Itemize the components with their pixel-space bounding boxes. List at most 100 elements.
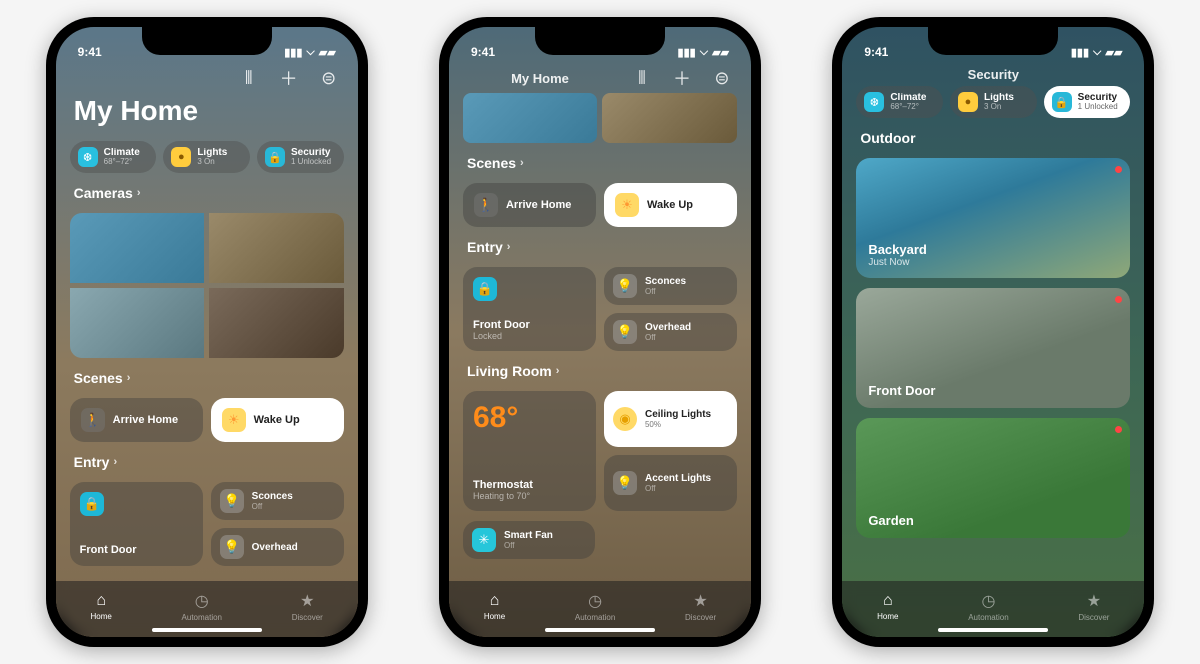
automation-icon: ◷ — [981, 591, 995, 611]
content: My Home ❆ Climate68°–72° ● Lights3 On 🔒 … — [56, 93, 358, 581]
more-icon[interactable]: ⊜ — [711, 67, 733, 89]
chip-security[interactable]: 🔒 Security1 Unlocked — [1044, 86, 1131, 118]
sunrise-icon: ☀ — [222, 408, 246, 432]
phone-1: 9:41 ▮▮▮⌵▰▰ ⦀ ＋ ⊜ My Home ❆ Climate68°–7… — [46, 17, 368, 647]
top-toolbar: ⦀ ＋ ⊜ — [56, 61, 358, 93]
tab-home[interactable]: ⌂Home — [877, 592, 898, 621]
chip-lights[interactable]: ● Lights3 On — [950, 86, 1037, 118]
walking-icon: 🚶 — [81, 408, 105, 432]
content: ❆ Climate68°–72° ● Lights3 On 🔒 Security… — [842, 86, 1144, 581]
tab-automation[interactable]: ◷Automation — [968, 591, 1008, 622]
chip-climate[interactable]: ❆ Climate68°–72° — [70, 141, 157, 173]
fan-icon: ✳ — [472, 528, 496, 552]
tile-sconces[interactable]: 💡 SconcesOff — [211, 482, 344, 520]
announce-icon[interactable]: ⦀ — [238, 67, 260, 89]
more-icon[interactable]: ⊜ — [318, 67, 340, 89]
sunrise-icon: ☀ — [615, 193, 639, 217]
ceiling-light-icon: ◉ — [613, 407, 637, 431]
tile-smart-fan[interactable]: ✳ Smart FanOff — [463, 521, 595, 559]
category-chips: ❆ Climate68°–72° ● Lights3 On 🔒 Security… — [856, 86, 1130, 118]
tab-automation[interactable]: ◷Automation — [182, 591, 222, 622]
add-icon[interactable]: ＋ — [671, 67, 693, 89]
page-title: My Home — [70, 93, 344, 131]
home-icon: ⌂ — [883, 592, 893, 610]
chevron-right-icon: › — [113, 456, 117, 468]
add-icon[interactable]: ＋ — [278, 67, 300, 89]
tab-home[interactable]: ⌂Home — [91, 592, 112, 621]
camera-garden[interactable]: Garden — [856, 418, 1130, 538]
section-living-room[interactable]: Living Room› — [463, 361, 737, 381]
tab-home[interactable]: ⌂Home — [484, 592, 505, 621]
lock-icon: 🔒 — [473, 277, 497, 301]
home-icon: ⌂ — [490, 592, 500, 610]
status-icons: ▮▮▮⌵▰▰ — [678, 46, 729, 59]
tab-discover[interactable]: ★Discover — [292, 591, 323, 622]
chevron-right-icon: › — [507, 241, 511, 253]
tab-automation[interactable]: ◷Automation — [575, 591, 615, 622]
chevron-right-icon: › — [127, 372, 131, 384]
camera-thumb[interactable] — [70, 288, 205, 358]
climate-icon: ❆ — [864, 92, 884, 112]
section-scenes[interactable]: Scenes› — [463, 153, 737, 173]
home-icon: ⌂ — [96, 592, 106, 610]
chip-lights[interactable]: ● Lights3 On — [163, 141, 250, 173]
bulb-icon: 💡 — [220, 489, 244, 513]
camera-backyard[interactable]: BackyardJust Now — [856, 158, 1130, 278]
camera-thumb[interactable] — [602, 93, 737, 143]
tile-overhead[interactable]: 💡 Overhead — [211, 528, 344, 566]
scene-wake-up[interactable]: ☀ Wake Up — [211, 398, 344, 442]
tile-thermostat[interactable]: 68° ThermostatHeating to 70° — [463, 391, 596, 511]
chevron-right-icon: › — [137, 187, 141, 199]
camera-grid[interactable] — [70, 213, 344, 358]
tab-discover[interactable]: ★Discover — [685, 591, 716, 622]
chip-security[interactable]: 🔒 Security1 Unlocked — [257, 141, 344, 173]
tile-front-door[interactable]: 🔒 Front DoorLocked — [463, 267, 596, 351]
section-outdoor: Outdoor — [856, 128, 1130, 148]
tile-accent-lights[interactable]: 💡 Accent LightsOff — [604, 455, 737, 511]
camera-thumb[interactable] — [209, 213, 344, 283]
chip-climate[interactable]: ❆ Climate68°–72° — [856, 86, 943, 118]
recording-indicator-icon — [1115, 426, 1122, 433]
status-time: 9:41 — [864, 45, 888, 59]
notch — [142, 27, 272, 55]
camera-strip[interactable] — [463, 93, 737, 143]
automation-icon: ◷ — [588, 591, 602, 611]
phone-3: 9:41 ▮▮▮⌵▰▰ Security ❆ Climate68°–72° ● … — [832, 17, 1154, 647]
scene-wake-up[interactable]: ☀ Wake Up — [604, 183, 737, 227]
tile-front-door[interactable]: 🔒 Front Door — [70, 482, 203, 566]
scene-arrive-home[interactable]: 🚶 Arrive Home — [463, 183, 596, 227]
chip-sub: 3 On — [197, 158, 227, 166]
top-toolbar: My Home ⦀ ＋ ⊜ — [449, 61, 751, 93]
home-indicator[interactable] — [152, 628, 262, 632]
section-entry[interactable]: Entry› — [463, 237, 737, 257]
section-cameras[interactable]: Cameras› — [70, 183, 344, 203]
chip-sub: 1 Unlocked — [291, 158, 331, 166]
notch — [928, 27, 1058, 55]
camera-thumb[interactable] — [463, 93, 598, 143]
home-indicator[interactable] — [938, 628, 1048, 632]
camera-thumb[interactable] — [209, 288, 344, 358]
category-chips: ❆ Climate68°–72° ● Lights3 On 🔒 Security… — [70, 141, 344, 173]
thermostat-temp: 68° — [473, 401, 586, 435]
lights-icon: ● — [171, 147, 191, 167]
camera-thumb[interactable] — [70, 213, 205, 283]
section-scenes[interactable]: Scenes› — [70, 368, 344, 388]
home-indicator[interactable] — [545, 628, 655, 632]
lights-icon: ● — [958, 92, 978, 112]
tile-sconces[interactable]: 💡 SconcesOff — [604, 267, 737, 305]
scene-arrive-home[interactable]: 🚶 Arrive Home — [70, 398, 203, 442]
screen: 9:41 ▮▮▮⌵▰▰ Security ❆ Climate68°–72° ● … — [842, 27, 1144, 637]
section-entry[interactable]: Entry› — [70, 452, 344, 472]
tile-overhead[interactable]: 💡 OverheadOff — [604, 313, 737, 351]
bulb-icon: 💡 — [613, 274, 637, 298]
status-time: 9:41 — [78, 45, 102, 59]
notch — [535, 27, 665, 55]
security-icon: 🔒 — [1052, 92, 1072, 112]
tile-ceiling-lights[interactable]: ◉ Ceiling Lights50% — [604, 391, 737, 447]
top-toolbar: Security — [842, 61, 1144, 86]
tab-discover[interactable]: ★Discover — [1078, 591, 1109, 622]
announce-icon[interactable]: ⦀ — [631, 67, 653, 89]
screen: 9:41 ▮▮▮⌵▰▰ My Home ⦀ ＋ ⊜ Scenes› 🚶 Arri… — [449, 27, 751, 637]
camera-front-door[interactable]: Front Door — [856, 288, 1130, 408]
recording-indicator-icon — [1115, 296, 1122, 303]
